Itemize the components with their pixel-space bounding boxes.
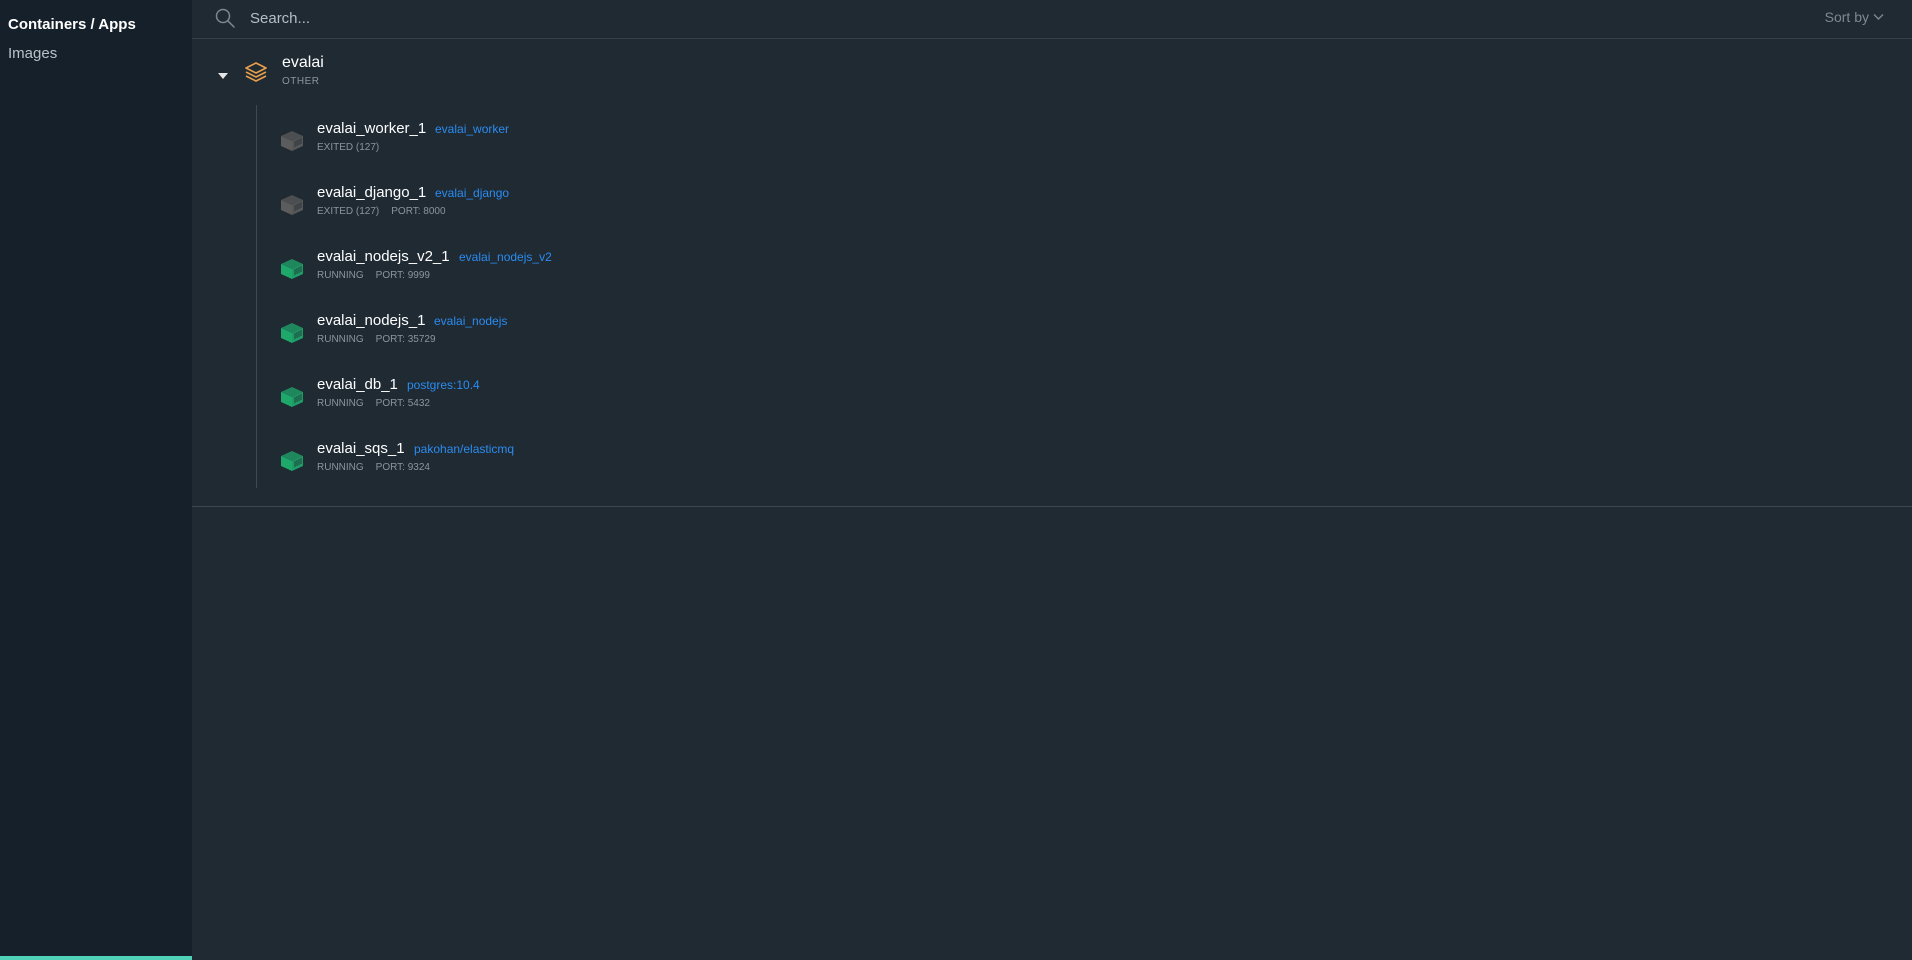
app-group: evalai OTHER evalai_worker_1 evalai_worke… bbox=[192, 38, 1912, 507]
main-panel: Sort by evalai OTHER evalai_worker_1eval… bbox=[192, 0, 1912, 960]
container-row[interactable]: evalai_nodejs_v2_1 evalai_nodejs_v2 RUNNIN… bbox=[280, 248, 880, 298]
container-row[interactable]: evalai_db_1 postgres:10.4 RUNNING PORT: 543… bbox=[280, 376, 880, 426]
sort-by-label: Sort by bbox=[1824, 9, 1869, 25]
container-status: EXITED (127) bbox=[317, 206, 380, 217]
container-meta: EXITED (127) bbox=[317, 142, 379, 153]
container-name: evalai_sqs_1 bbox=[317, 440, 405, 457]
container-row[interactable]: evalai_worker_1 evalai_worker EXITED (127) bbox=[280, 120, 880, 170]
container-name: evalai_nodejs_1 bbox=[317, 312, 426, 329]
container-image-link[interactable]: evalai_worker bbox=[435, 122, 509, 136]
container-meta: RUNNING PORT: 9324 bbox=[317, 462, 430, 473]
sidebar-item-images[interactable]: Images bbox=[8, 45, 57, 62]
container-row[interactable]: evalai_sqs_1 pakohan/elasticmq RUNNING PORT… bbox=[280, 440, 880, 490]
container-port: PORT: 9999 bbox=[375, 270, 430, 281]
container-status: EXITED (127) bbox=[317, 142, 380, 153]
container-image-link[interactable]: evalai_nodejs bbox=[434, 314, 507, 328]
search-input[interactable] bbox=[250, 8, 950, 28]
sidebar-item-containers-apps[interactable]: Containers / Apps bbox=[8, 16, 136, 33]
container-meta: RUNNING PORT: 9999 bbox=[317, 270, 430, 281]
stack-icon bbox=[245, 62, 267, 82]
chevron-down-icon bbox=[1873, 14, 1884, 20]
container-meta: EXITED (127) PORT: 8000 bbox=[317, 206, 446, 217]
search-icon bbox=[215, 8, 235, 28]
app-group-name[interactable]: evalai bbox=[282, 54, 324, 72]
container-name: evalai_worker_1 bbox=[317, 120, 427, 137]
caret-down-icon[interactable] bbox=[217, 71, 229, 81]
container-name: evalai_db_1 bbox=[317, 376, 398, 393]
container-port: PORT: 5432 bbox=[375, 398, 430, 409]
container-status: RUNNING bbox=[317, 462, 364, 473]
container-image-link[interactable]: evalai_django bbox=[435, 186, 509, 200]
container-port: PORT: 8000 bbox=[391, 206, 446, 217]
container-image-link[interactable]: postgres:10.4 bbox=[407, 378, 480, 392]
container-icon bbox=[281, 259, 303, 279]
container-name: evalai_nodejs_v2_1 bbox=[317, 248, 450, 265]
container-icon bbox=[281, 195, 303, 215]
sidebar: Containers / Apps Images bbox=[0, 0, 192, 960]
container-row[interactable]: evalai_nodejs_1 evalai_nodejs RUNNING PORT:… bbox=[280, 312, 880, 362]
container-meta: RUNNING PORT: 35729 bbox=[317, 334, 436, 345]
sort-by-dropdown[interactable]: Sort by bbox=[1825, 9, 1884, 25]
container-status: RUNNING bbox=[317, 270, 364, 281]
container-name: evalai_django_1 bbox=[317, 184, 427, 201]
container-port: PORT: 35729 bbox=[375, 334, 436, 345]
container-status: RUNNING bbox=[317, 398, 364, 409]
container-image-link[interactable]: evalai_nodejs_v2 bbox=[459, 250, 552, 264]
container-image-link[interactable]: pakohan/elasticmq bbox=[414, 442, 514, 456]
app-group-type: OTHER bbox=[282, 76, 320, 87]
search-bar: Sort by bbox=[192, 0, 1912, 39]
container-icon bbox=[281, 387, 303, 407]
container-icon bbox=[281, 451, 303, 471]
tree-connector-line bbox=[256, 105, 257, 488]
container-status: RUNNING bbox=[317, 334, 364, 345]
container-port: PORT: 9324 bbox=[375, 462, 430, 473]
container-row[interactable]: evalai_django_1 evalai_django EXITED (127)… bbox=[280, 184, 880, 234]
container-icon bbox=[281, 323, 303, 343]
container-meta: RUNNING PORT: 5432 bbox=[317, 398, 430, 409]
sidebar-accent-bar bbox=[0, 956, 192, 960]
container-icon bbox=[281, 131, 303, 151]
